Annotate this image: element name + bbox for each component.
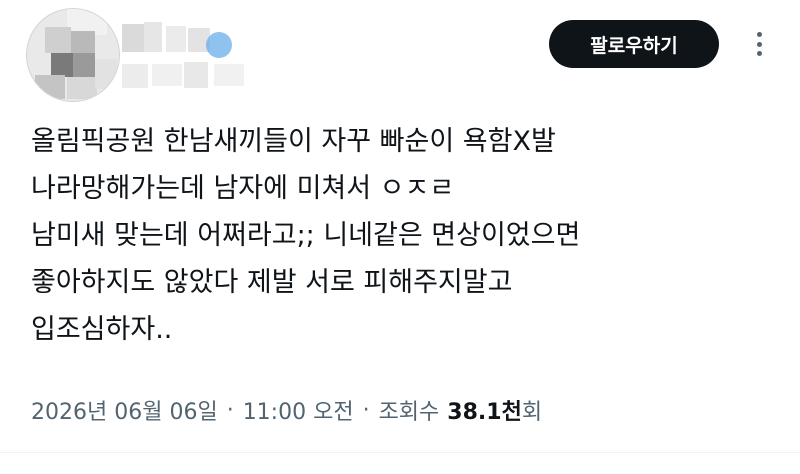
- meta-separator: ·: [226, 397, 234, 423]
- views-suffix: 회: [521, 400, 543, 425]
- meta-separator: ·: [362, 397, 370, 423]
- tweet-text: 올림픽공원 한남새끼들이 자꾸 빠순이 욕함X발 나라망해가는데 남자에 미쳐서…: [31, 118, 771, 353]
- more-dot: [756, 51, 762, 56]
- tweet-meta: 2026년 06월 06일 · 11:00 오전 · 조회수 38.1천 회: [31, 390, 542, 430]
- views-count: 38.1천: [447, 400, 522, 425]
- tweet-date[interactable]: 2026년 06월 06일: [31, 394, 218, 426]
- tweet-header: 팔로우하기: [0, 0, 800, 110]
- views-label: 조회수: [378, 400, 440, 425]
- display-name-redacted[interactable]: [122, 22, 272, 90]
- tweet-time[interactable]: 11:00 오전: [243, 394, 354, 426]
- tweet-text-line: 남미새 맞는데 어쩌라고;; 니네같은 면상이었으면: [31, 220, 581, 251]
- follow-button[interactable]: 팔로우하기: [549, 20, 719, 68]
- more-dot: [756, 32, 762, 37]
- avatar[interactable]: [26, 8, 120, 102]
- verified-badge-icon: [206, 32, 232, 58]
- tweet-text-line: 입조심하자..: [31, 314, 173, 345]
- tweet-text-line: 올림픽공원 한남새끼들이 자꾸 빠순이 욕함X발: [31, 126, 556, 157]
- divider: [0, 452, 800, 453]
- tweet-text-line: 나라망해가는데 남자에 미쳐서 ㅇㅈㄹ: [31, 173, 455, 204]
- more-horizontal-icon[interactable]: [748, 32, 770, 56]
- tweet-text-line: 좋아하지도 않았다 제발 서로 피해주지말고: [31, 267, 513, 298]
- more-dot: [756, 41, 762, 47]
